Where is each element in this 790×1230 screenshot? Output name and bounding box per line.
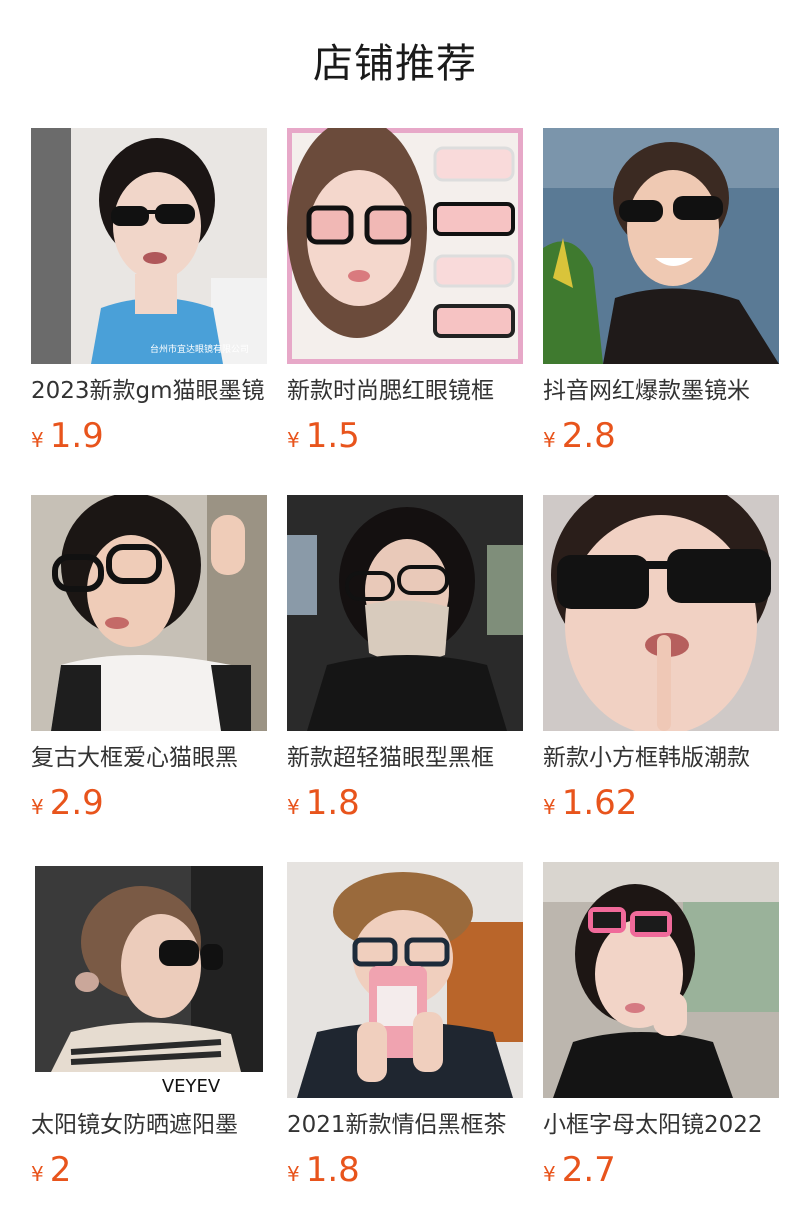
currency-symbol: ¥: [31, 428, 44, 452]
currency-symbol: ¥: [31, 1162, 44, 1186]
product-card[interactable]: 新款超轻猫眼型黑框 ¥1.8: [287, 495, 523, 862]
price-value: 2.9: [49, 783, 104, 823]
product-title[interactable]: 复古大框爱心猫眼黑: [31, 741, 267, 775]
product-card[interactable]: 新款时尚腮红眼镜框 ¥1.5: [287, 128, 523, 495]
product-image[interactable]: VEYEV: [31, 862, 267, 1098]
product-price: ¥1.8: [287, 781, 360, 825]
product-image[interactable]: 台州市宜达眼镜有限公司: [31, 128, 267, 364]
price-value: 1.5: [305, 416, 360, 456]
product-card[interactable]: 复古大框爱心猫眼黑 ¥2.9: [31, 495, 267, 862]
product-image[interactable]: [543, 862, 779, 1098]
product-image[interactable]: [543, 128, 779, 364]
product-price: ¥1.5: [287, 414, 360, 458]
product-card[interactable]: 抖音网红爆款墨镜米 ¥2.8: [543, 128, 779, 495]
image-caption: 台州市宜达眼镜有限公司: [150, 343, 249, 355]
product-price: ¥2.8: [543, 414, 616, 458]
product-card[interactable]: 2021新款情侣黑框茶 ¥1.8: [287, 862, 523, 1229]
product-price: ¥1.9: [31, 414, 104, 458]
currency-symbol: ¥: [287, 428, 300, 452]
price-value: 1.62: [561, 783, 638, 823]
product-title[interactable]: 新款时尚腮红眼镜框: [287, 374, 523, 408]
product-card[interactable]: VEYEV 太阳镜女防晒遮阳墨 ¥2: [31, 862, 267, 1229]
product-image[interactable]: [287, 862, 523, 1098]
currency-symbol: ¥: [287, 795, 300, 819]
product-title[interactable]: 新款超轻猫眼型黑框: [287, 741, 523, 775]
currency-symbol: ¥: [543, 428, 556, 452]
image-caption: VEYEV: [162, 1076, 221, 1097]
price-value: 1.8: [305, 783, 360, 823]
product-image[interactable]: [543, 495, 779, 731]
product-price: ¥1.62: [543, 781, 637, 825]
recommend-page: 店铺推荐 台州市宜达眼镜有限公司 2023新款gm猫眼墨镜 ¥ 1.9 新款时尚…: [0, 0, 790, 1230]
price-value: 2: [49, 1150, 72, 1190]
currency-symbol: ¥: [31, 795, 44, 819]
currency-symbol: ¥: [287, 1162, 300, 1186]
product-title[interactable]: 抖音网红爆款墨镜米: [543, 374, 779, 408]
product-title[interactable]: 小框字母太阳镜2022: [543, 1108, 779, 1142]
product-title[interactable]: 新款小方框韩版潮款: [543, 741, 779, 775]
product-card[interactable]: 小框字母太阳镜2022 ¥2.7: [543, 862, 779, 1229]
price-value: 2.7: [561, 1150, 616, 1190]
product-title[interactable]: 2021新款情侣黑框茶: [287, 1108, 523, 1142]
currency-symbol: ¥: [543, 1162, 556, 1186]
price-value: 1.9: [49, 416, 104, 456]
price-value: 2.8: [561, 416, 616, 456]
product-title[interactable]: 2023新款gm猫眼墨镜: [31, 374, 267, 408]
product-card[interactable]: 台州市宜达眼镜有限公司 2023新款gm猫眼墨镜 ¥1.9: [31, 128, 267, 495]
product-grid: 台州市宜达眼镜有限公司 2023新款gm猫眼墨镜 ¥1.9 新款时尚腮红眼镜框 …: [31, 128, 779, 1229]
price-value: 1.8: [305, 1150, 360, 1190]
product-title[interactable]: 太阳镜女防晒遮阳墨: [31, 1108, 267, 1142]
product-image[interactable]: [287, 128, 523, 364]
page-title: 店铺推荐: [313, 41, 477, 87]
product-image[interactable]: [31, 495, 267, 731]
currency-symbol: ¥: [543, 795, 556, 819]
product-image[interactable]: [287, 495, 523, 731]
product-price: ¥1.8: [287, 1148, 360, 1192]
product-price: ¥2.7: [543, 1148, 616, 1192]
product-card[interactable]: 新款小方框韩版潮款 ¥1.62: [543, 495, 779, 862]
product-price: ¥2: [31, 1148, 71, 1192]
product-price: ¥2.9: [31, 781, 104, 825]
